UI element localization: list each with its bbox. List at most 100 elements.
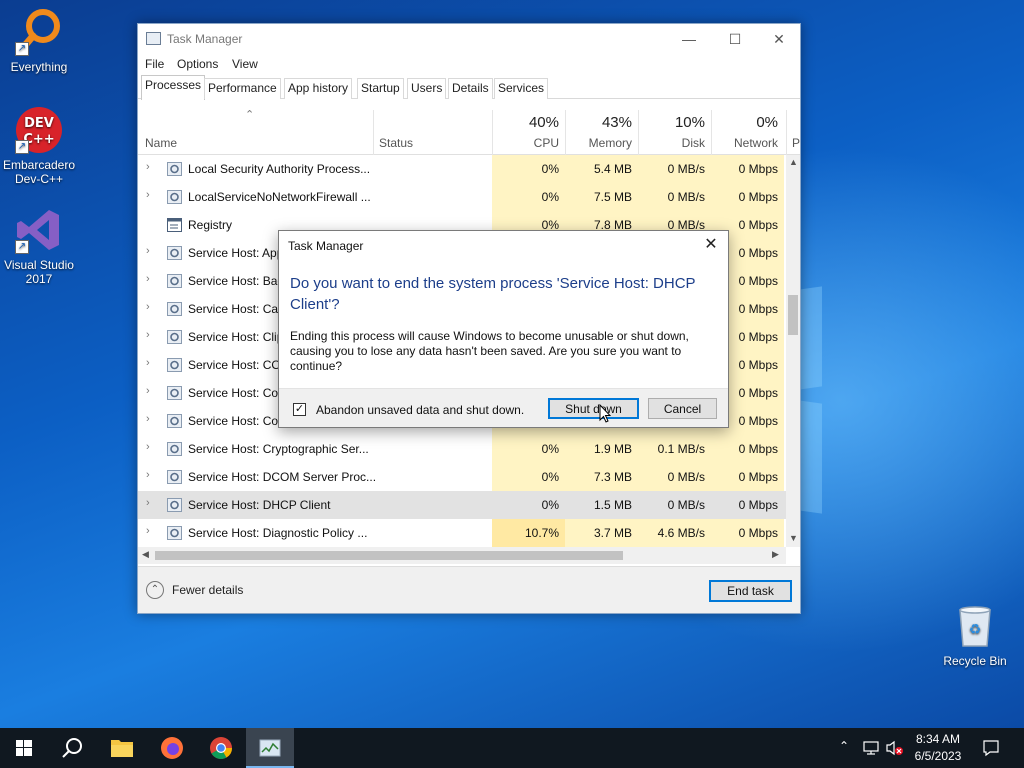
process-row[interactable]: › Service Host: DCOM Server Proc... 0% 7.3 …: [138, 463, 786, 491]
firefox-icon: [161, 737, 183, 759]
volume-muted-icon[interactable]: [885, 740, 905, 756]
cancel-button[interactable]: Cancel: [648, 398, 717, 419]
process-row[interactable]: › Service Host: Cryptographic Ser... 0% 1.9…: [138, 435, 786, 463]
menu-file[interactable]: File: [145, 57, 164, 71]
abandon-data-label[interactable]: Abandon unsaved data and shut down.: [316, 403, 524, 417]
desktop-icon-devcpp[interactable]: DEV C++ ↗ Embarcadero Dev-C++: [1, 106, 77, 186]
devcpp-icon: DEV C++ ↗: [15, 106, 63, 154]
tab-services[interactable]: Services: [494, 78, 549, 99]
process-name: Service Host: Cap: [188, 302, 285, 316]
tab-app-history[interactable]: App history: [284, 78, 353, 99]
process-network-value: 0 Mbps: [711, 155, 784, 183]
process-row[interactable]: › Service Host: Diagnostic Policy ... 10.7…: [138, 519, 786, 547]
process-network-value: 0 Mbps: [738, 498, 778, 512]
scroll-left-icon[interactable]: ◀: [142, 549, 149, 560]
expand-chevron-icon[interactable]: ›: [146, 497, 150, 509]
expand-chevron-icon[interactable]: ›: [146, 161, 150, 173]
scroll-up-icon[interactable]: ▲: [789, 157, 798, 167]
tab-processes[interactable]: Processes: [141, 75, 206, 100]
process-row[interactable]: › Service Host: DHCP Client 0% 1.5 MB 0 MB/s…: [138, 491, 786, 519]
task-manager-taskbar-button[interactable]: [246, 728, 294, 768]
expand-chevron-icon[interactable]: ›: [146, 413, 150, 425]
dialog-title: Task Manager: [288, 239, 364, 253]
menu-options[interactable]: Options: [177, 57, 218, 71]
expand-chevron-icon[interactable]: ›: [146, 245, 150, 257]
desktop-icon-everything[interactable]: ↗ Everything: [1, 8, 77, 74]
fewer-details-icon[interactable]: ⌃: [146, 581, 164, 599]
menu-view[interactable]: View: [232, 57, 258, 71]
expand-chevron-icon[interactable]: ›: [146, 469, 150, 481]
process-network-value: 0 Mbps: [711, 435, 784, 463]
network-icon[interactable]: [862, 740, 880, 756]
end-task-button[interactable]: End task: [709, 580, 792, 602]
title-bar[interactable]: Task Manager — ☐ ✕: [138, 24, 800, 54]
minimize-button[interactable]: —: [666, 24, 712, 54]
desktop-icon-visual-studio[interactable]: ↗ Visual Studio 2017: [1, 206, 77, 286]
column-status[interactable]: Status: [379, 136, 413, 150]
memory-total[interactable]: 43%: [565, 114, 632, 131]
menu-bar: File Options View: [138, 54, 800, 76]
process-row[interactable]: › Local Security Authority Process... 0% 5.…: [138, 155, 786, 183]
expand-chevron-icon[interactable]: ›: [146, 525, 150, 537]
column-cpu[interactable]: CPU: [492, 136, 559, 150]
recycle-bin-icon: ♻: [951, 602, 999, 650]
column-power-partial[interactable]: P: [792, 136, 800, 150]
close-button[interactable]: ✕: [756, 24, 802, 54]
task-manager-icon: [259, 739, 281, 757]
column-name[interactable]: Name: [145, 136, 177, 150]
firefox-button[interactable]: [148, 728, 196, 768]
scroll-down-icon[interactable]: ▼: [789, 533, 798, 543]
start-button[interactable]: [0, 728, 48, 768]
maximize-button[interactable]: ☐: [712, 24, 758, 54]
horizontal-scroll-thumb[interactable]: [155, 551, 623, 560]
process-row[interactable]: › LocalServiceNoNetworkFirewall ... 0% 7.5 …: [138, 183, 786, 211]
column-network[interactable]: Network: [711, 136, 778, 150]
expand-chevron-icon[interactable]: ›: [146, 441, 150, 453]
vertical-scrollbar[interactable]: ▲ ▼: [786, 155, 800, 547]
tab-startup[interactable]: Startup: [357, 78, 404, 99]
disk-total[interactable]: 10%: [638, 114, 705, 131]
process-network-value: 0 Mbps: [711, 463, 784, 491]
service-gear-icon: [167, 190, 182, 204]
network-total[interactable]: 0%: [711, 114, 778, 131]
process-name: Registry: [188, 218, 233, 232]
file-explorer-button[interactable]: [98, 728, 146, 768]
expand-chevron-icon[interactable]: ›: [146, 273, 150, 285]
fewer-details-link[interactable]: Fewer details: [172, 583, 243, 597]
expand-chevron-icon[interactable]: ›: [146, 189, 150, 201]
desktop-icon-label: Embarcadero Dev-C++: [2, 158, 76, 186]
process-disk-value: 0 MB/s: [638, 463, 711, 491]
column-disk[interactable]: Disk: [638, 136, 705, 150]
folder-icon: [111, 740, 133, 757]
process-name: Service Host: Bac: [188, 274, 284, 288]
desktop-icon-recycle-bin[interactable]: ♻ Recycle Bin: [937, 602, 1013, 668]
horizontal-scrollbar[interactable]: ◀ ▶: [138, 547, 786, 564]
service-gear-icon: [167, 498, 182, 512]
taskbar: ⌃ 8:34 AM 6/5/2023: [0, 728, 1024, 768]
clock-time: 8:34 AM: [915, 732, 961, 746]
dialog-message: Ending this process will cause Windows t…: [290, 329, 689, 373]
cpu-total[interactable]: 40%: [492, 114, 559, 131]
notifications-icon[interactable]: [982, 739, 1000, 757]
dialog-close-icon[interactable]: ✕: [700, 234, 722, 256]
system-clock[interactable]: 8:34 AM 6/5/2023: [908, 731, 968, 765]
column-memory[interactable]: Memory: [565, 136, 632, 150]
service-gear-icon: [167, 358, 182, 372]
tab-performance[interactable]: Performance: [204, 78, 281, 99]
process-name: Service Host: Cor: [188, 414, 283, 428]
process-cpu-value: 0%: [492, 463, 565, 491]
expand-chevron-icon[interactable]: ›: [146, 301, 150, 313]
expand-chevron-icon[interactable]: ›: [146, 385, 150, 397]
show-hidden-icons-icon[interactable]: ⌃: [839, 739, 849, 753]
expand-chevron-icon[interactable]: ›: [146, 329, 150, 341]
windows-logo-icon: [16, 740, 32, 756]
search-button[interactable]: [48, 728, 96, 768]
tab-details[interactable]: Details: [448, 78, 493, 99]
tab-users[interactable]: Users: [407, 78, 447, 99]
abandon-data-checkbox[interactable]: ✓: [293, 403, 306, 416]
scroll-right-icon[interactable]: ▶: [772, 549, 779, 560]
shut-down-button[interactable]: Shut down: [548, 398, 639, 419]
chrome-button[interactable]: [197, 728, 245, 768]
expand-chevron-icon[interactable]: ›: [146, 357, 150, 369]
vertical-scroll-thumb[interactable]: [788, 295, 798, 335]
